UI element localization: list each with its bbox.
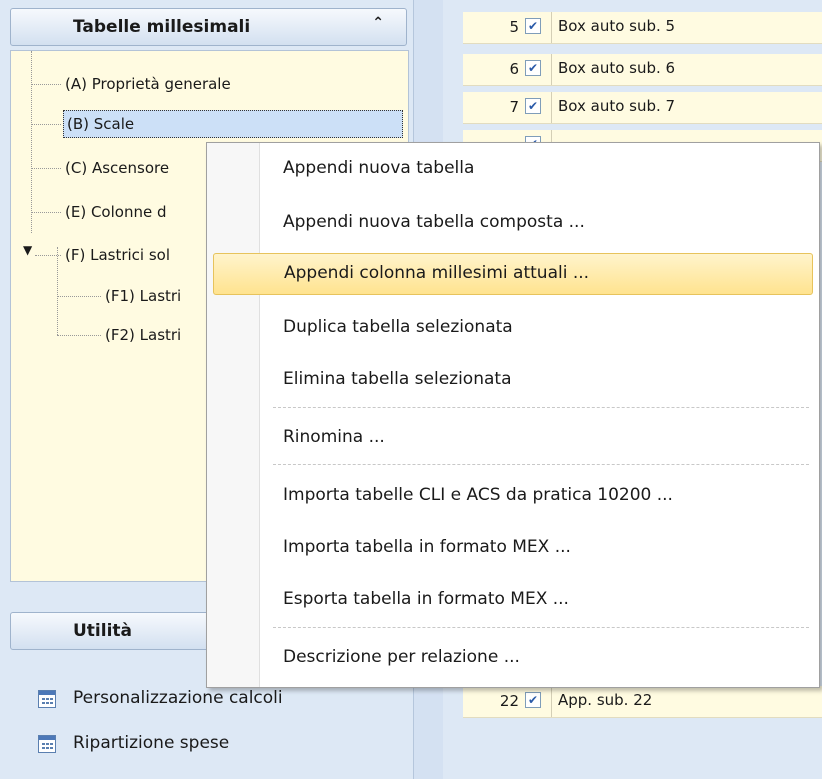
chevron-up-icon[interactable]: ⌃ (372, 15, 384, 31)
utility-panel-title: Utilità (73, 621, 133, 641)
calculator-icon (38, 735, 56, 753)
row-label: Box auto sub. 6 (558, 59, 676, 77)
row-number: 6 (509, 60, 519, 78)
personalizzazione-calcoli-label: Personalizzazione calcoli (73, 688, 283, 708)
context-menu: Appendi nuova tabella Appendi nuova tabe… (206, 142, 820, 688)
table-row[interactable]: 5 Box auto sub. 5 (463, 12, 822, 44)
row-label: Box auto sub. 7 (558, 97, 676, 115)
tree-node-f[interactable]: (F) Lastrici sol (65, 242, 170, 268)
row-label: App. sub. 22 (558, 691, 653, 709)
menu-item-rinomina[interactable]: Rinomina ... (213, 418, 811, 458)
row-number: 22 (499, 692, 519, 710)
ripartizione-spese-label: Ripartizione spese (73, 733, 230, 753)
row-checkbox[interactable] (525, 98, 541, 114)
menu-item-esporta-mex[interactable]: Esporta tabella in formato MEX ... (213, 580, 811, 620)
menu-item-appendi-tabella-composta[interactable]: Appendi nuova tabella composta ... (213, 203, 811, 243)
row-number: 5 (509, 18, 519, 36)
row-label: Box auto sub. 5 (558, 17, 676, 35)
row-number: 7 (509, 98, 519, 116)
tabelle-panel-title: Tabelle millesimali (73, 17, 251, 37)
menu-item-duplica-tabella[interactable]: Duplica tabella selezionata (213, 308, 811, 348)
expand-arrow-icon[interactable]: ▼ (23, 243, 32, 257)
table-row[interactable]: 22 App. sub. 22 (463, 686, 822, 718)
menu-item-elimina-tabella[interactable]: Elimina tabella selezionata (213, 360, 811, 400)
menu-item-appendi-nuova-tabella[interactable]: Appendi nuova tabella (213, 149, 811, 189)
calculator-icon (38, 690, 56, 708)
tabelle-panel-header[interactable]: Tabelle millesimali ⌃ (10, 8, 407, 46)
tree-node-f1[interactable]: (F1) Lastri (105, 283, 181, 309)
tree-node-f2[interactable]: (F2) Lastri (105, 322, 181, 348)
menu-item-descrizione-relazione[interactable]: Descrizione per relazione ... (213, 638, 811, 678)
menu-item-importa-mex[interactable]: Importa tabella in formato MEX ... (213, 528, 811, 568)
tree-node-b-selected[interactable]: (B) Scale (63, 110, 403, 138)
tree-node-c[interactable]: (C) Ascensore (65, 155, 169, 181)
table-row[interactable]: 7 Box auto sub. 7 (463, 92, 822, 124)
row-checkbox[interactable] (525, 60, 541, 76)
tree-node-a[interactable]: (A) Proprietà generale (65, 71, 231, 97)
row-checkbox[interactable] (525, 692, 541, 708)
tree-node-e[interactable]: (E) Colonne d (65, 199, 166, 225)
row-checkbox[interactable] (525, 18, 541, 34)
table-row[interactable]: 6 Box auto sub. 6 (463, 54, 822, 86)
menu-item-importa-cli-acs[interactable]: Importa tabelle CLI e ACS da pratica 102… (213, 476, 811, 516)
menu-item-appendi-colonna-millesimi[interactable]: Appendi colonna millesimi attuali ... (213, 253, 813, 295)
